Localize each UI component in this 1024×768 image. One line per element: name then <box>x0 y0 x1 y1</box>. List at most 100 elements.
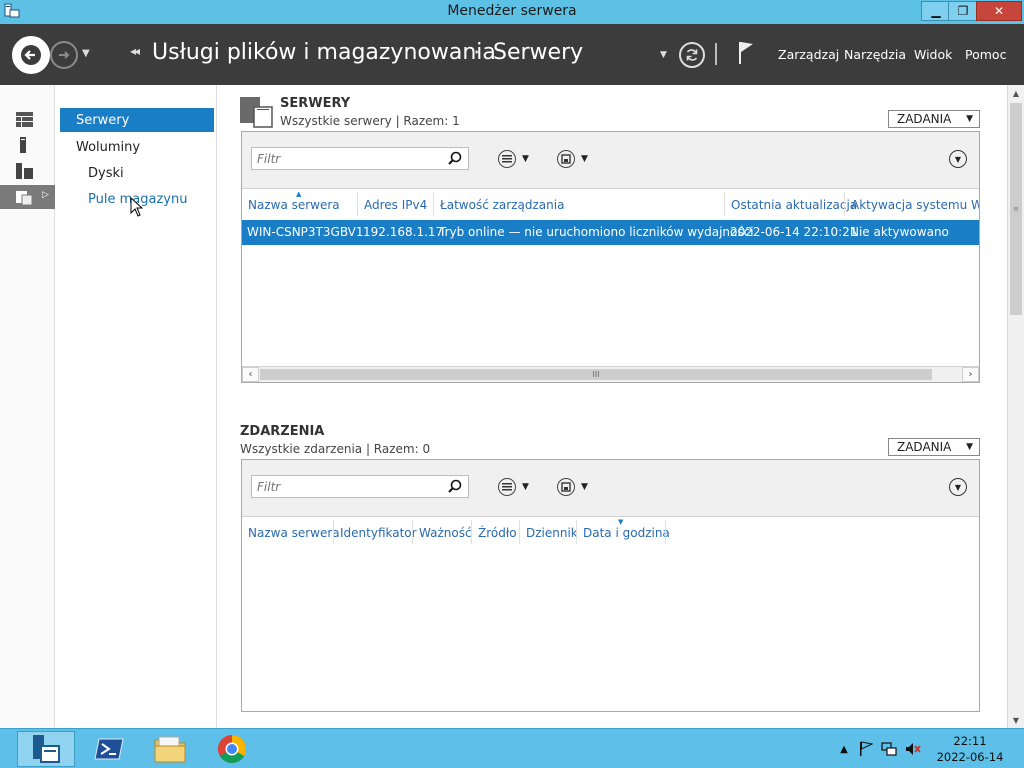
events-tasks-label: ZADANIA <box>897 440 952 454</box>
chevron-down-icon: ▼ <box>581 482 588 492</box>
column-header-id[interactable]: Identyfikator <box>340 522 417 544</box>
close-button[interactable]: ✕ <box>976 1 1022 21</box>
taskbar-server-manager[interactable] <box>17 731 75 767</box>
events-list-options-button[interactable]: ▼ <box>498 477 529 497</box>
chevron-down-icon: ▼ <box>954 482 962 492</box>
forward-button[interactable] <box>50 41 78 69</box>
scroll-right-icon[interactable]: › <box>962 367 979 382</box>
column-separator[interactable] <box>357 192 358 216</box>
column-separator[interactable] <box>519 520 520 544</box>
servers-horizontal-scrollbar[interactable]: ‹ III › <box>242 366 979 382</box>
back-arrow-icon <box>21 45 41 65</box>
servers-save-query-button[interactable]: ▼ <box>557 149 588 169</box>
server-manager-icon <box>33 735 60 763</box>
column-separator[interactable] <box>471 520 472 544</box>
events-expand-button[interactable]: ▼ <box>949 478 967 496</box>
taskbar-chrome[interactable] <box>203 731 261 767</box>
network-icon[interactable] <box>881 741 897 757</box>
scroll-up-icon[interactable]: ▲ <box>1008 85 1024 101</box>
servers-expand-button[interactable]: ▼ <box>949 150 967 168</box>
list-options-icon <box>498 478 516 496</box>
breadcrumb-back-chevrons-icon[interactable]: ◂◂ <box>130 44 140 58</box>
servers-list-options-button[interactable]: ▼ <box>498 149 529 169</box>
tree-item-disks[interactable]: Dyski <box>88 161 124 185</box>
taskbar-powershell[interactable] <box>80 731 138 767</box>
search-icon[interactable] <box>448 479 462 493</box>
column-header-log[interactable]: Dziennik <box>526 522 578 544</box>
refresh-button[interactable] <box>679 42 705 68</box>
rail-dashboard[interactable] <box>0 107 55 131</box>
events-filter-input[interactable] <box>252 476 442 497</box>
cell-manageability: Tryb online — nie uruchomiono liczników … <box>439 225 754 239</box>
menu-manage[interactable]: Zarządzaj <box>778 47 839 62</box>
table-row[interactable]: WIN-CSNP3T3GBV1 192.168.1.17 Tryb online… <box>242 220 979 245</box>
menu-view[interactable]: Widok <box>914 47 952 62</box>
breadcrumb-servers: Serwery <box>493 40 584 65</box>
back-button[interactable] <box>12 36 50 74</box>
servers-section-icon <box>240 97 273 128</box>
maximize-button[interactable]: ❐ <box>948 1 978 21</box>
cell-activation: Nie aktywowano <box>850 225 949 239</box>
column-separator[interactable] <box>844 192 845 216</box>
history-dropdown-icon[interactable]: ▼ <box>82 48 90 59</box>
column-separator[interactable] <box>433 192 434 216</box>
main-vertical-scrollbar[interactable]: ▲ ≡ ▼ <box>1007 85 1024 728</box>
search-icon[interactable] <box>448 151 462 165</box>
save-icon <box>557 150 575 168</box>
column-separator[interactable] <box>665 520 666 544</box>
column-separator[interactable] <box>333 520 334 544</box>
column-separator[interactable] <box>724 192 725 216</box>
column-header-severity[interactable]: Ważność <box>419 522 472 544</box>
save-icon <box>557 478 575 496</box>
breadcrumb-dropdown-icon[interactable]: ▼ <box>660 50 667 60</box>
command-bar: ▼ ◂◂ Usługi plików i magazynowania ‣ Ser… <box>0 24 1024 85</box>
menu-tools[interactable]: Narzędzia <box>844 47 906 62</box>
column-header-windows-activation[interactable]: Aktywacja systemu Wind <box>851 194 979 216</box>
taskbar-file-explorer[interactable] <box>141 731 199 767</box>
breadcrumb-file-services[interactable]: Usługi plików i magazynowania <box>152 40 496 65</box>
scroll-thumb[interactable]: III <box>260 369 932 380</box>
servers-panel: ▼ ▼ ▼ ▲ Nazwa serwera Adres IPv4 Łatwość… <box>241 131 980 383</box>
column-header-ipv4[interactable]: Adres IPv4 <box>364 194 427 216</box>
main-content: SERWERY Wszystkie serwery | Razem: 1 ZAD… <box>217 85 1007 728</box>
breadcrumb-separator-icon: ‣ <box>474 46 481 59</box>
tray-flag-icon[interactable] <box>858 741 874 757</box>
events-panel-toolbar: ▼ ▼ ▼ <box>242 460 979 517</box>
column-header-date-time[interactable]: Data i godzina <box>583 522 670 544</box>
clock-time: 22:11 <box>953 734 987 748</box>
column-separator[interactable] <box>576 520 577 544</box>
tree-item-servers[interactable]: Serwery <box>60 108 214 132</box>
menu-help[interactable]: Pomoc <box>965 47 1006 62</box>
column-separator[interactable] <box>412 520 413 544</box>
notifications-flag-icon[interactable] <box>737 40 755 66</box>
local-server-icon <box>20 137 26 153</box>
column-header-last-update[interactable]: Ostatnia aktualizacja <box>731 194 857 216</box>
rail-all-servers[interactable] <box>0 159 55 183</box>
toolbar-separator <box>715 43 717 65</box>
expand-arrow-icon[interactable]: ▷ <box>42 190 49 200</box>
rail-file-services[interactable]: ▷ <box>0 185 55 209</box>
events-save-query-button[interactable]: ▼ <box>557 477 588 497</box>
servers-tasks-label: ZADANIA <box>897 112 952 126</box>
column-header-source[interactable]: Źródło <box>478 522 517 544</box>
column-header-manageability[interactable]: Łatwość zarządzania <box>440 194 564 216</box>
column-header-server-name[interactable]: Nazwa serwera <box>248 522 340 544</box>
servers-tasks-button[interactable]: ZADANIA ▼ <box>888 110 980 128</box>
scroll-thumb[interactable]: ≡ <box>1010 103 1022 315</box>
taskbar-clock[interactable]: 22:11 2022-06-14 <box>930 733 1010 765</box>
servers-filter-input[interactable] <box>252 148 442 169</box>
rail-local-server[interactable] <box>0 133 55 157</box>
column-header-server-name[interactable]: Nazwa serwera <box>248 194 340 216</box>
tray-expand-icon[interactable]: ▲ <box>836 741 852 757</box>
scroll-down-icon[interactable]: ▼ <box>1008 712 1024 728</box>
chevron-down-icon: ▼ <box>966 114 973 124</box>
servers-filter-box <box>251 147 469 170</box>
all-servers-icon <box>16 163 33 179</box>
volume-muted-icon[interactable] <box>905 741 921 757</box>
events-tasks-button[interactable]: ZADANIA ▼ <box>888 438 980 456</box>
scroll-left-icon[interactable]: ‹ <box>242 367 259 382</box>
chevron-down-icon: ▼ <box>581 154 588 164</box>
tree-item-volumes[interactable]: Woluminy <box>76 135 140 159</box>
minimize-button[interactable]: ▁ <box>921 1 951 21</box>
file-services-icon <box>16 191 33 205</box>
